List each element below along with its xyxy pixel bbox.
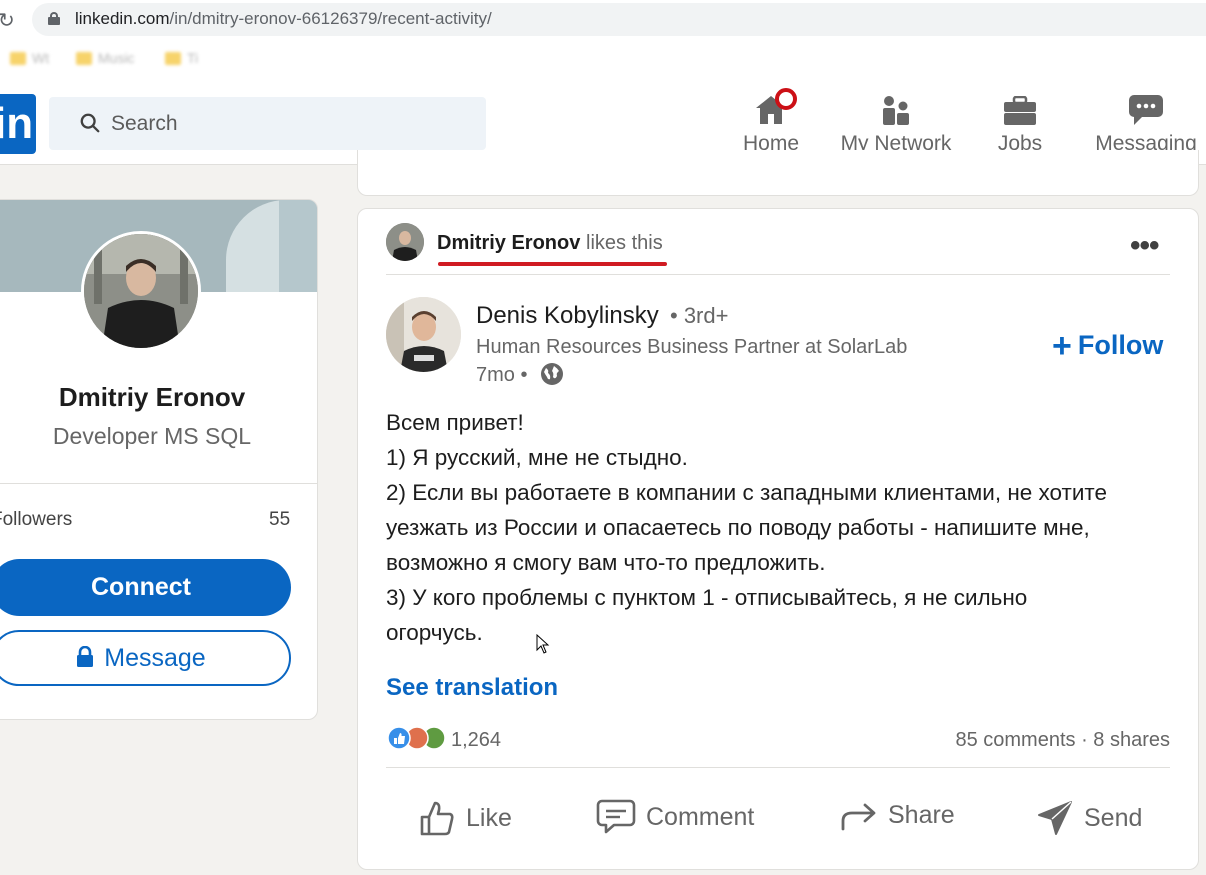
author-name[interactable]: Denis Kobylinsky bbox=[476, 302, 659, 330]
divider bbox=[386, 274, 1170, 275]
comments-shares-count[interactable]: 85 comments · 8 shares bbox=[955, 729, 1170, 752]
comment-button[interactable]: Comment bbox=[596, 799, 754, 835]
bookmarks-bar: Wt Music Ti bbox=[0, 38, 1206, 80]
profile-card: Dmitriy Eronov Developer MS SQL Follower… bbox=[0, 199, 318, 720]
comment-icon bbox=[596, 799, 636, 834]
share-button[interactable]: Share bbox=[840, 799, 955, 831]
post-body: Всем привет! 1) Я русский, мне не стыдно… bbox=[386, 405, 1176, 650]
post-text-line: огорчусь. bbox=[386, 620, 483, 645]
bookmark-item[interactable]: Wt bbox=[10, 50, 49, 66]
red-underline-annotation bbox=[438, 262, 667, 266]
nav-my-network[interactable]: My Network bbox=[838, 90, 954, 156]
notification-badge bbox=[775, 88, 797, 110]
nav-messaging[interactable]: Messaging bbox=[1095, 90, 1197, 156]
reload-icon[interactable]: ↻ bbox=[0, 8, 15, 32]
profile-name[interactable]: Dmitriy Eronov bbox=[0, 382, 303, 413]
url-text[interactable]: linkedin.com/in/dmitry-eronov-66126379/r… bbox=[75, 9, 492, 29]
author-headline: Human Resources Business Partner at Sola… bbox=[476, 336, 908, 358]
post-text-line: 1) Я русский, мне не стыдно. bbox=[386, 445, 688, 470]
liker-name[interactable]: Dmitriy Eronov bbox=[437, 232, 580, 255]
post-time: 7mo • bbox=[476, 364, 528, 386]
follow-button[interactable]: + Follow bbox=[1052, 327, 1163, 366]
more-options-icon[interactable]: ••• bbox=[1130, 229, 1159, 263]
followers-label: Followers bbox=[0, 509, 73, 530]
like-button[interactable]: Like bbox=[418, 799, 512, 837]
post-card: Dmitriy Eronov likes this ••• Denis Koby… bbox=[357, 208, 1199, 870]
lock-icon[interactable] bbox=[48, 12, 60, 25]
folder-icon bbox=[165, 52, 181, 65]
liker-avatar[interactable] bbox=[386, 223, 424, 261]
previous-post-card bbox=[357, 150, 1199, 196]
globe-icon bbox=[541, 363, 563, 385]
folder-icon bbox=[10, 52, 26, 65]
post-text-line: Всем привет! bbox=[386, 410, 524, 435]
post-text-line: возможно я смогу вам что-то предложить. bbox=[386, 550, 826, 575]
connect-button[interactable]: Connect bbox=[0, 559, 291, 616]
nav-home[interactable]: Home bbox=[740, 88, 802, 156]
divider bbox=[0, 483, 317, 484]
nav-jobs[interactable]: Jobs bbox=[996, 90, 1044, 156]
message-button[interactable]: Message bbox=[0, 630, 291, 686]
avatar[interactable] bbox=[81, 231, 201, 351]
divider bbox=[386, 767, 1170, 768]
browser-address-bar: ↻ linkedin.com/in/dmitry-eronov-66126379… bbox=[0, 0, 1206, 38]
briefcase-icon bbox=[1004, 96, 1036, 125]
search-input[interactable]: Search bbox=[49, 97, 486, 150]
post-text-line: 3) У кого проблемы с пунктом 1 - отписыв… bbox=[386, 585, 1028, 610]
connection-degree: • 3rd+ bbox=[670, 303, 729, 328]
bookmark-item[interactable]: Music bbox=[76, 50, 135, 66]
liker-action: likes this bbox=[586, 232, 663, 254]
reaction-icons[interactable] bbox=[386, 725, 446, 751]
linkedin-logo[interactable]: in bbox=[0, 94, 36, 154]
folder-icon bbox=[76, 52, 92, 65]
search-placeholder: Search bbox=[111, 112, 178, 135]
author-avatar[interactable] bbox=[386, 297, 461, 372]
reactions-count[interactable]: 1,264 bbox=[451, 729, 501, 752]
like-icon bbox=[420, 801, 454, 836]
send-icon bbox=[1038, 801, 1072, 835]
send-button[interactable]: Send bbox=[1036, 799, 1142, 837]
mouse-cursor-icon bbox=[536, 634, 550, 654]
messaging-icon bbox=[1129, 95, 1163, 125]
share-icon bbox=[841, 803, 876, 831]
bookmark-item[interactable]: Ti bbox=[165, 50, 198, 66]
search-icon bbox=[80, 113, 100, 133]
followers-count: 55 bbox=[269, 509, 291, 530]
lock-icon bbox=[76, 634, 94, 667]
post-text-line: уезжать из России и опасаетесь по поводу… bbox=[386, 515, 1090, 540]
network-icon bbox=[883, 96, 909, 125]
see-translation-link[interactable]: See translation bbox=[386, 674, 558, 702]
post-text-line: 2) Если вы работаете в компании с западн… bbox=[386, 480, 1107, 505]
profile-headline: Developer MS SQL bbox=[52, 423, 252, 449]
